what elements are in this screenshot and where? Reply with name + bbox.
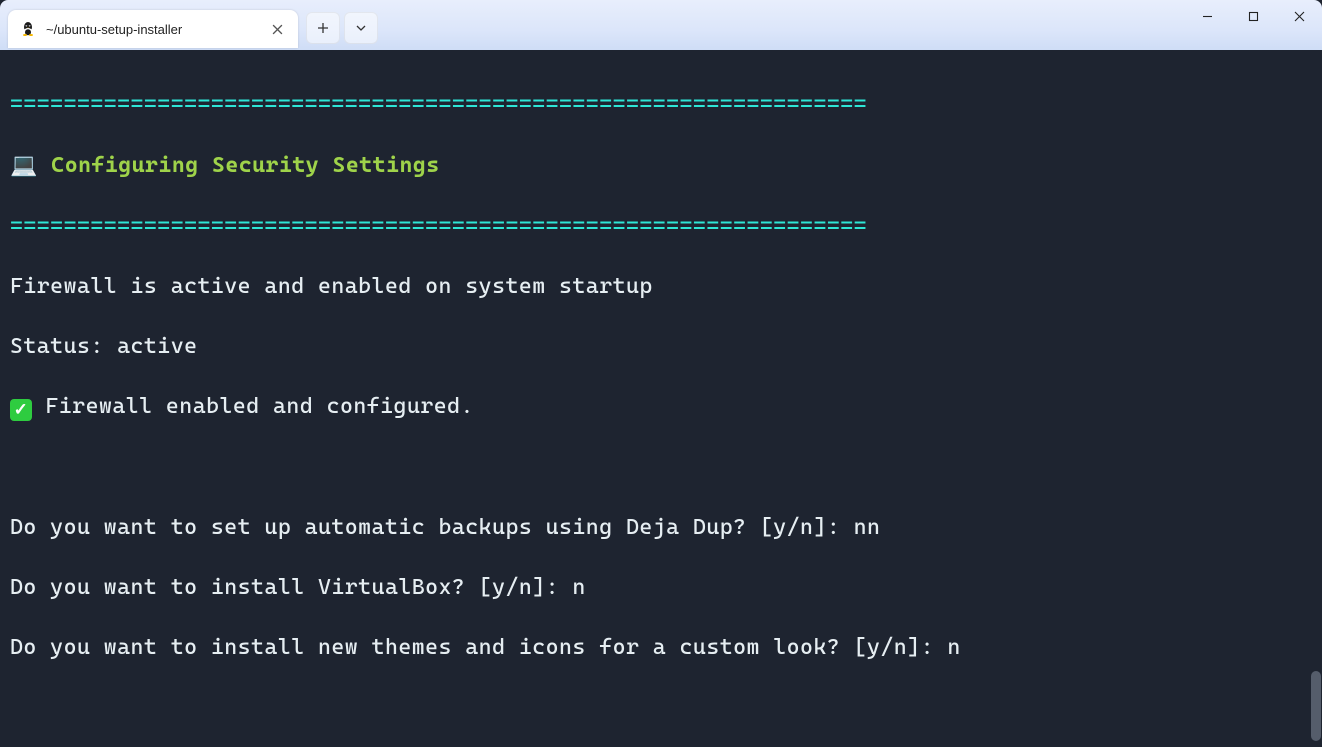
close-button[interactable]	[1276, 0, 1322, 32]
terminal-output[interactable]: ========================================…	[0, 50, 1322, 747]
divider-line: ========================================…	[10, 214, 867, 239]
tab-title: ~/ubuntu-setup-installer	[46, 22, 266, 37]
prompt-line: Do you want to install VirtualBox? [y/n]…	[10, 573, 1318, 603]
tab-dropdown-button[interactable]	[344, 12, 378, 44]
terminal-tab[interactable]: ~/ubuntu-setup-installer	[8, 10, 298, 48]
check-icon: ✓	[10, 399, 32, 421]
output-line: Firewall enabled and configured.	[32, 394, 474, 419]
blank-line	[10, 453, 1318, 483]
blank-line	[10, 694, 1318, 724]
output-line: Firewall is active and enabled on system…	[10, 272, 1318, 302]
minimize-button[interactable]	[1184, 0, 1230, 32]
scrollbar[interactable]	[1310, 50, 1322, 747]
prompt-line: Do you want to set up automatic backups …	[10, 513, 1318, 543]
tux-icon	[20, 21, 36, 37]
prompt-line: Do you want to install new themes and ic…	[10, 633, 1318, 663]
titlebar: ~/ubuntu-setup-installer	[0, 0, 1322, 50]
divider-line: ========================================…	[10, 92, 867, 117]
section-header: Configuring Security Settings	[38, 153, 440, 178]
window-controls	[1184, 0, 1322, 40]
tab-actions	[306, 12, 378, 44]
output-line: Status: active	[10, 332, 1318, 362]
scrollbar-thumb[interactable]	[1311, 671, 1321, 741]
laptop-icon: 💻	[10, 152, 38, 177]
maximize-button[interactable]	[1230, 0, 1276, 32]
tab-close-button[interactable]	[266, 18, 288, 40]
new-tab-button[interactable]	[306, 12, 340, 44]
